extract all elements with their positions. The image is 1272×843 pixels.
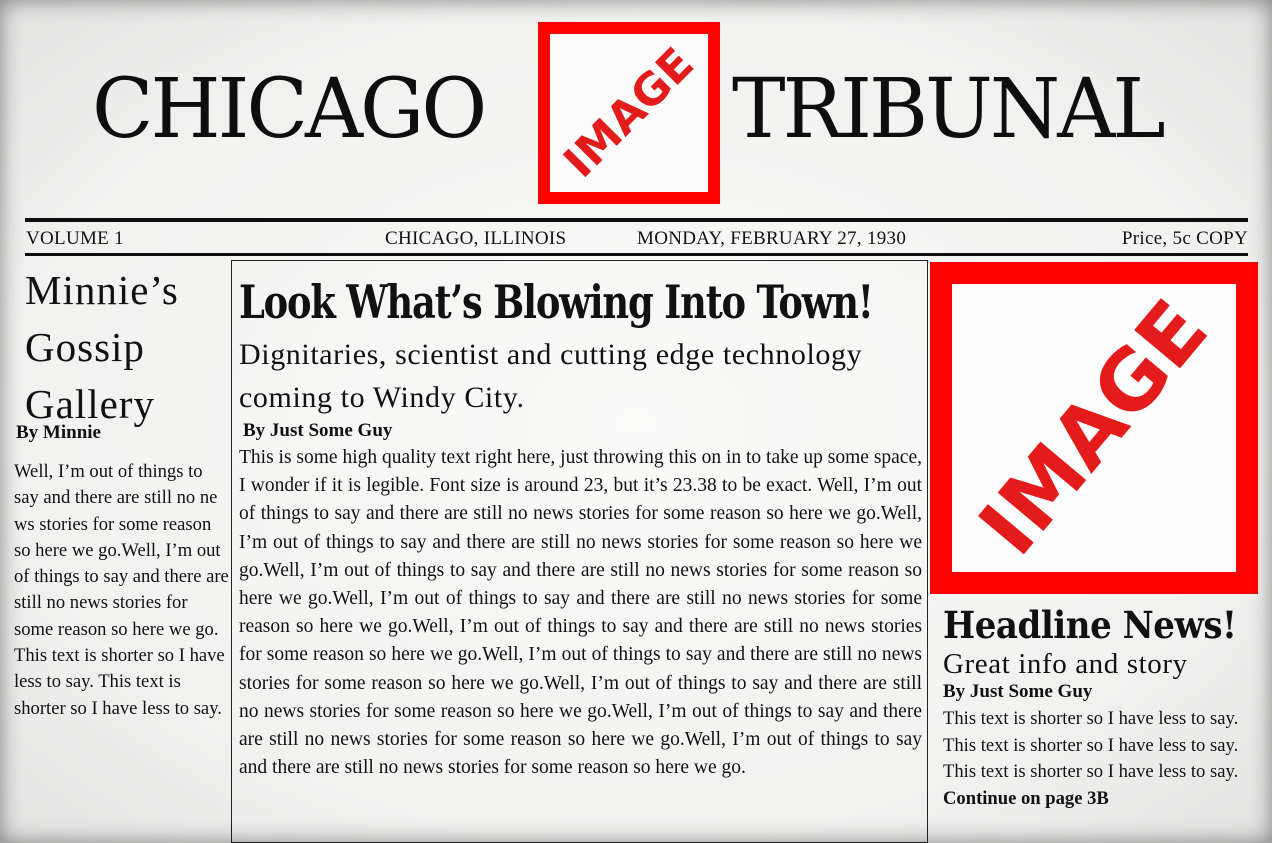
gossip-column: Minnie’s Gossip Gallery By Minnie Well, … bbox=[14, 262, 230, 722]
location-label: CHICAGO, ILLINOIS bbox=[385, 228, 567, 249]
continue-link[interactable]: Continue on page 3B bbox=[943, 786, 1253, 812]
right-body: This text is shorter so I have less to s… bbox=[943, 708, 1239, 782]
image-placeholder-stamp: IMAGE bbox=[961, 282, 1227, 574]
main-subhead: Dignitaries, scientist and cutting edge … bbox=[239, 338, 863, 414]
masthead-logo-stamp: IMAGE bbox=[554, 38, 704, 188]
date-label: MONDAY, FEBRUARY 27, 1930 bbox=[637, 228, 907, 249]
gossip-title: Minnie’s Gossip Gallery bbox=[25, 262, 230, 433]
headline-news-story: Headline News! Great info and story By J… bbox=[943, 600, 1253, 812]
gossip-title-line1: Minnie’s bbox=[25, 267, 179, 313]
dateline-rule-top bbox=[25, 218, 1248, 222]
dateline-rule-bottom bbox=[25, 253, 1248, 256]
masthead-logo-placeholder: IMAGE bbox=[538, 22, 720, 204]
masthead-right-word: TRIBUNAL bbox=[732, 62, 1166, 157]
main-story: Look What’s Blowing Into Town! Dignitari… bbox=[231, 260, 928, 843]
newspaper-page: CHICAGO IMAGE TRIBUNAL VOLUME 1 CHICAGO,… bbox=[0, 0, 1272, 843]
main-byline: By Just Some Guy bbox=[243, 420, 393, 441]
right-byline: By Just Some Guy bbox=[943, 681, 1093, 702]
right-headline: Headline News! bbox=[943, 603, 1237, 647]
masthead-left-word: CHICAGO bbox=[92, 62, 487, 157]
right-subhead: Great info and story bbox=[943, 648, 1188, 680]
gossip-title-line2: Gossip bbox=[25, 324, 145, 370]
price-label: Price, 5c COPY bbox=[1121, 228, 1248, 249]
image-placeholder: IMAGE bbox=[930, 262, 1258, 594]
main-headline: Look What’s Blowing Into Town! bbox=[239, 275, 874, 329]
main-body: This is some high quality text right her… bbox=[239, 447, 922, 779]
volume-label: VOLUME 1 bbox=[26, 228, 124, 249]
gossip-body: Well, I’m out of things to say and there… bbox=[14, 461, 229, 719]
